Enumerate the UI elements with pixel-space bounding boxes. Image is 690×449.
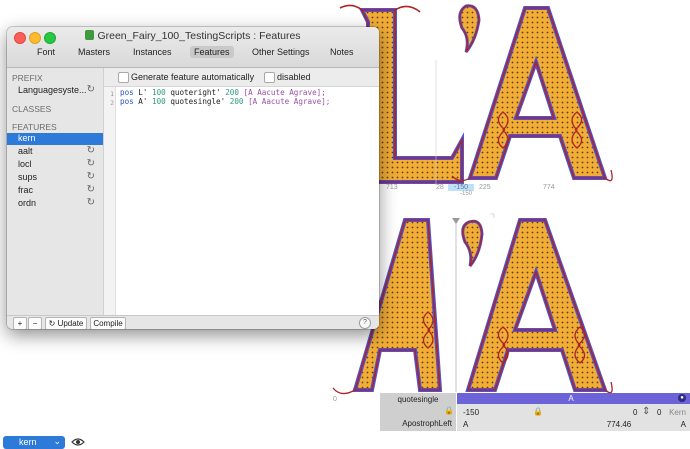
refresh-icon[interactable]: ↻: [87, 145, 95, 156]
sidebar-item-kern[interactable]: kern: [7, 133, 103, 145]
sidebar-item-sups[interactable]: sups ↻: [7, 171, 103, 184]
offset-left-value[interactable]: 0: [633, 408, 637, 417]
sidebar-item-label: frac: [18, 185, 34, 195]
classes-header: CLASSES: [12, 104, 52, 114]
group-left[interactable]: A: [463, 420, 468, 429]
right-glyph-bar[interactable]: A ●: [457, 393, 690, 404]
add-feature-button[interactable]: +: [13, 317, 27, 329]
sidebar-item-label: aalt: [18, 146, 33, 156]
features-window: Green_Fairy_100_TestingScripts : Feature…: [7, 27, 379, 329]
update-button[interactable]: ↻ Update: [45, 317, 87, 329]
sidebar-item-languagesystems[interactable]: Languagesyste... ↻: [7, 84, 103, 97]
line-number: 1: [110, 90, 114, 98]
kerning-value[interactable]: -150: [463, 408, 479, 417]
sidebar-item-label: Languagesyste...: [18, 85, 87, 95]
right-glyph-box[interactable]: A ● -150 🔒 0 ⇕ 0 Kern A 774.46 A: [457, 393, 690, 431]
lock-icon-right[interactable]: 🔒: [533, 407, 543, 416]
disabled-label: disabled: [277, 72, 311, 82]
metric-kern-selected[interactable]: -150: [448, 184, 475, 191]
glyph-quotesingle-lower: [461, 219, 484, 267]
tab-other-settings[interactable]: Other Settings: [248, 46, 314, 58]
refresh-icon[interactable]: ↻: [87, 197, 95, 208]
metrics-link-icon[interactable]: ⇕: [642, 406, 650, 417]
tab-instances[interactable]: Instances: [129, 46, 176, 58]
sidebar-item-label: kern: [18, 133, 36, 143]
info-toggle-icon[interactable]: ●: [678, 394, 686, 402]
feature-options-bar: Generate feature automatically disabled: [104, 68, 379, 87]
line-number: 2: [110, 99, 114, 107]
metric-713: 713: [386, 184, 398, 191]
window-titlebar[interactable]: Green_Fairy_100_TestingScripts : Feature…: [7, 27, 379, 68]
font-info-tabs: Font Masters Instances Features Other Se…: [7, 44, 379, 61]
feature-select[interactable]: kern ⌄: [3, 436, 65, 449]
sidebar-item-aalt[interactable]: aalt ↻: [7, 145, 103, 158]
metric-774: 774: [543, 184, 555, 191]
metric-28: 28: [436, 184, 444, 191]
metric-kern-sub: -150: [460, 191, 473, 197]
generate-automatically-checkbox[interactable]: [118, 72, 129, 83]
tab-features[interactable]: Features: [190, 46, 234, 58]
kern-label: Kern: [669, 408, 686, 417]
glyph-info-panel: quotesingle 🔒 ApostrophLeft A ● -150 🔒 0…: [380, 393, 690, 431]
features-sidebar: PREFIX Languagesyste... ↻ CLASSES FEATUR…: [7, 68, 104, 315]
code-line: pos L' 100 quoteright' 200 [A Aacute Agr…: [120, 88, 326, 97]
left-glyph-name: quotesingle: [397, 395, 439, 404]
window-title: Green_Fairy_100_TestingScripts : Feature…: [7, 30, 379, 42]
chevron-down-icon: ⌄: [53, 436, 61, 446]
metric-225: 225: [479, 184, 491, 191]
tab-masters[interactable]: Masters: [74, 46, 114, 58]
feature-editor: Generate feature automatically disabled …: [104, 68, 379, 315]
feature-code-editor[interactable]: 1 2 pos L' 100 quoteright' 200 [A Aacute…: [104, 87, 379, 315]
glyph-A-right-lower: [465, 218, 613, 394]
refresh-icon[interactable]: ↻: [87, 84, 95, 95]
code-line: pos A' 100 quotesingle' 200 [A Aacute Ag…: [120, 97, 331, 106]
refresh-icon[interactable]: ↻: [87, 171, 95, 182]
remove-feature-button[interactable]: −: [28, 317, 42, 329]
prefix-header: PREFIX: [12, 73, 43, 83]
disabled-checkbox[interactable]: [264, 72, 275, 83]
refresh-icon: ↻: [48, 319, 56, 328]
tab-notes[interactable]: Notes: [326, 46, 358, 58]
left-kerning-group[interactable]: ApostrophLeft: [402, 419, 452, 428]
compile-button[interactable]: Compile: [90, 317, 126, 329]
metric-zero: 0: [333, 396, 337, 403]
document-icon: [85, 30, 95, 40]
refresh-icon[interactable]: ↻: [87, 184, 95, 195]
right-glyph-name: A: [568, 394, 574, 403]
window-footer: + − ↻ Update Compile ?: [7, 315, 379, 329]
generate-automatically-label: Generate feature automatically: [131, 72, 255, 82]
help-button[interactable]: ?: [359, 317, 371, 329]
group-right[interactable]: A: [681, 420, 686, 429]
sidebar-item-label: locl: [18, 159, 32, 169]
sidebar-item-label: sups: [18, 172, 38, 182]
sidebar-item-label: ordn: [18, 198, 37, 208]
refresh-icon[interactable]: ↻: [87, 158, 95, 169]
line-number-gutter: 1 2: [104, 87, 116, 315]
tab-font[interactable]: Font: [33, 46, 59, 58]
glyph-quoteright-upper: [458, 4, 481, 53]
sidebar-item-frac[interactable]: frac ↻: [7, 184, 103, 197]
caret-marker-icon: [452, 218, 460, 224]
sidebar-item-ordn[interactable]: ordn ↻: [7, 197, 103, 210]
eye-icon[interactable]: [71, 437, 85, 447]
left-glyph-box[interactable]: quotesingle 🔒 ApostrophLeft: [380, 393, 456, 431]
sidebar-item-locl[interactable]: locl ↻: [7, 158, 103, 171]
feature-select-label: kern: [19, 437, 37, 447]
features-header: FEATURES: [12, 122, 57, 132]
lock-icon[interactable]: 🔒: [444, 406, 454, 415]
offset-right-value[interactable]: 0: [657, 408, 661, 417]
glyph-width[interactable]: 774.46: [559, 420, 679, 429]
window-title-text: Green_Fairy_100_TestingScripts : Feature…: [97, 30, 301, 42]
